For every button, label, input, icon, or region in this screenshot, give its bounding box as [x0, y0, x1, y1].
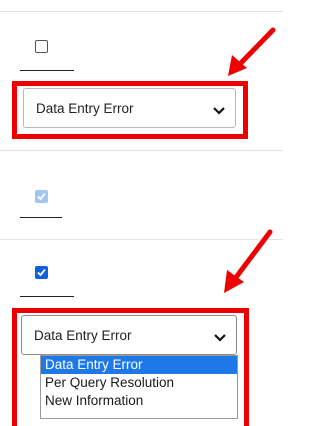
arrow-annotation-icon: [224, 27, 276, 293]
